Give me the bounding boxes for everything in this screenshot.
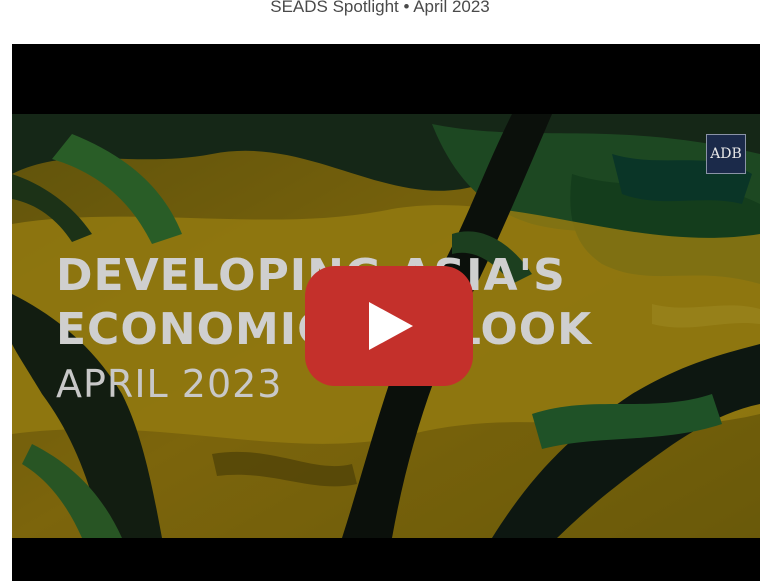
video-title-date: APRIL 2023 (56, 362, 283, 406)
play-icon (305, 266, 473, 386)
video-player[interactable]: DEVELOPING ASIA'S ECONOMIC OUTLOOK APRIL… (12, 44, 760, 581)
adb-logo: ADB (706, 134, 746, 174)
play-button[interactable] (305, 266, 473, 386)
video-caption: SEADS Spotlight • April 2023 (270, 0, 490, 16)
